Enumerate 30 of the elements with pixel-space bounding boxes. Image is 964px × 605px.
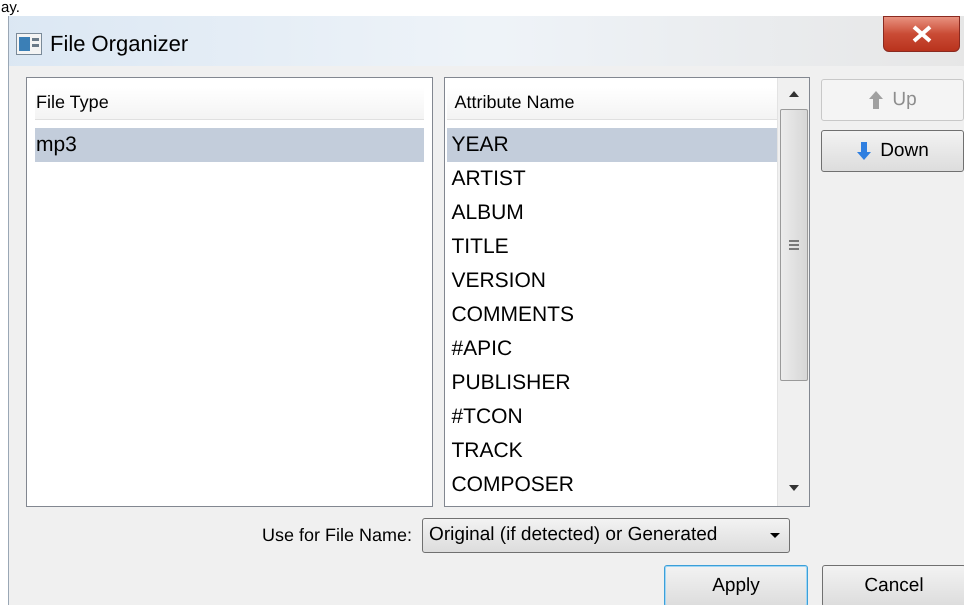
- list-item[interactable]: ARTIST: [447, 162, 777, 196]
- list-item[interactable]: COMMENTS: [447, 298, 777, 332]
- list-item[interactable]: #TCON: [447, 400, 777, 434]
- list-item[interactable]: VERSION: [447, 264, 777, 298]
- cancel-button[interactable]: Cancel: [822, 565, 964, 605]
- caret-icon: [769, 532, 782, 539]
- grip-icon: [788, 240, 800, 250]
- down-button[interactable]: Down: [821, 130, 964, 172]
- scrollbar-thumb[interactable]: [780, 109, 808, 381]
- scroll-down-icon[interactable]: [788, 484, 800, 492]
- list-item[interactable]: YEAR: [447, 128, 777, 162]
- list-item[interactable]: mp3: [35, 128, 424, 162]
- scrollbar[interactable]: [777, 78, 809, 506]
- list-item[interactable]: PUBLISHER: [447, 366, 777, 400]
- close-button[interactable]: [883, 16, 960, 52]
- close-icon: [910, 25, 932, 43]
- list-item[interactable]: TITLE: [447, 230, 777, 264]
- apply-button[interactable]: Apply: [664, 565, 808, 605]
- up-arrow-icon: [868, 90, 884, 110]
- list-item[interactable]: ALBUM: [447, 196, 777, 230]
- scroll-up-icon[interactable]: [788, 90, 800, 98]
- list-item[interactable]: TRACK: [447, 434, 777, 468]
- file-name-label: Use for File Name:: [262, 524, 412, 547]
- down-arrow-icon: [856, 141, 872, 161]
- list-item[interactable]: COMPOSER: [447, 468, 777, 502]
- file-name-dropdown[interactable]: Original (if detected) or Generated: [422, 518, 790, 553]
- list-item[interactable]: #APIC: [447, 332, 777, 366]
- window-title: File Organizer: [50, 30, 188, 58]
- background-text: ay.: [1, 0, 20, 16]
- app-icon: [16, 32, 42, 54]
